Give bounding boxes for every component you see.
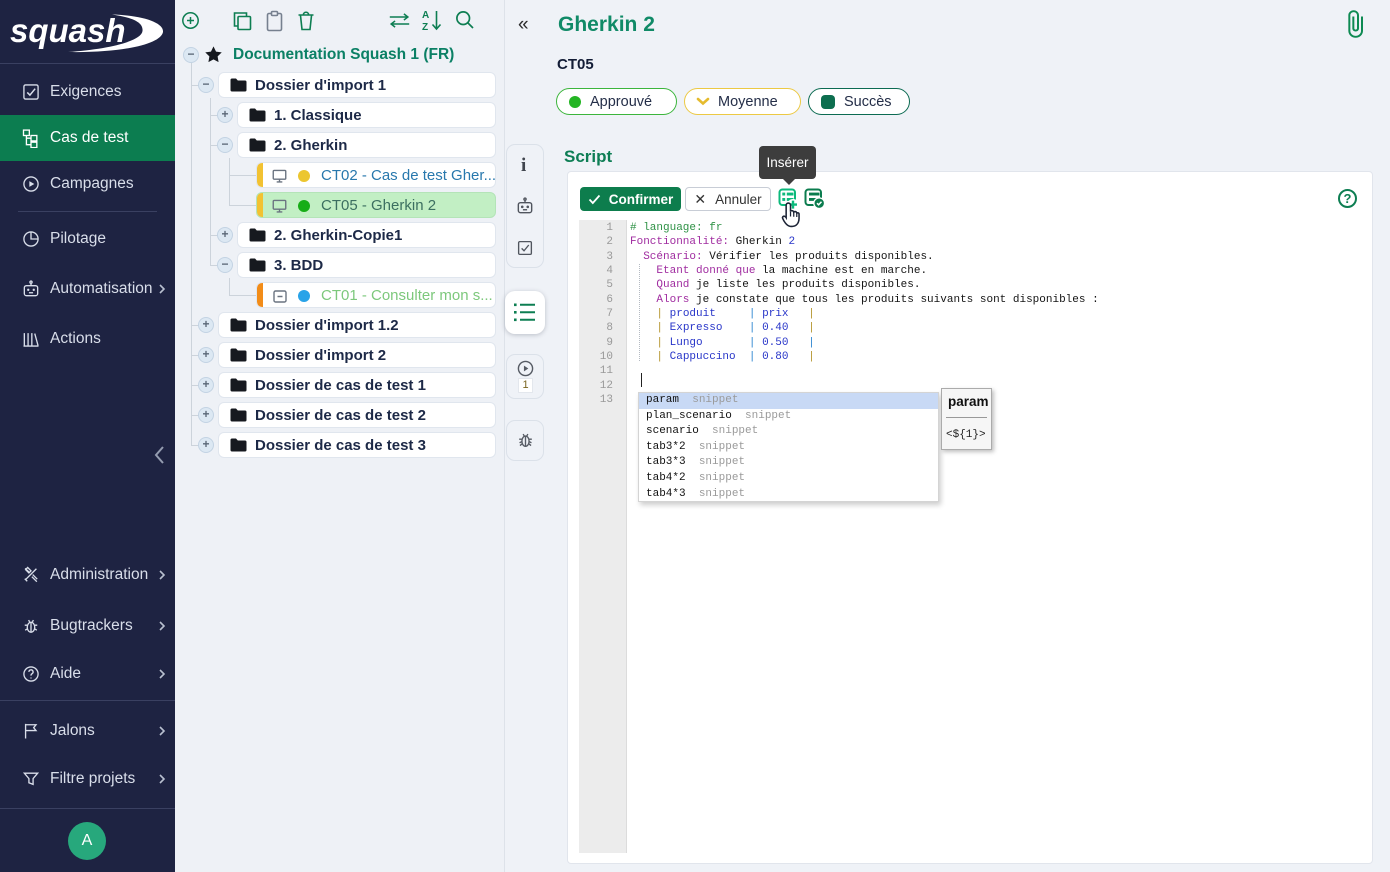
svg-text:A: A xyxy=(422,10,429,21)
svg-text:Z: Z xyxy=(422,22,428,32)
svg-text:squash: squash xyxy=(10,12,126,49)
